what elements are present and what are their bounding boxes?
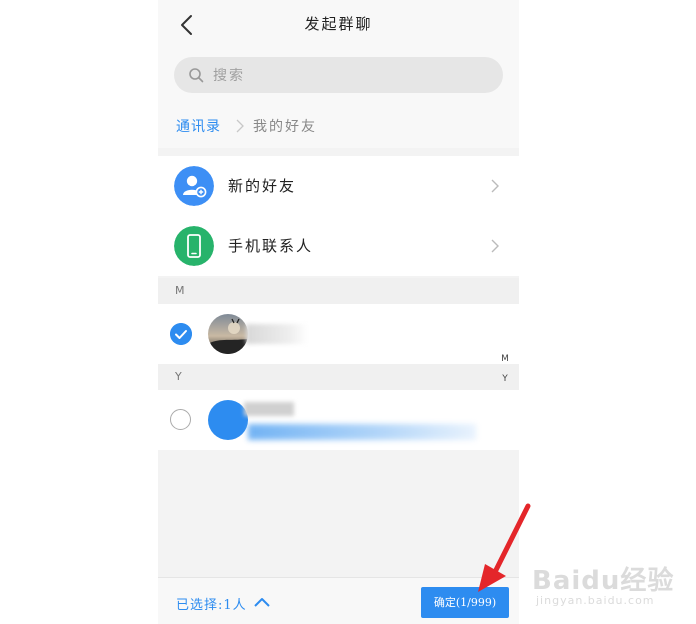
search-input[interactable]: 搜索 (174, 57, 503, 93)
breadcrumb-my-friends: 我的好友 (253, 119, 317, 135)
page-title: 发起群聊 (304, 15, 373, 33)
watermark: Baidu经验 jingyan.baidu.com (532, 548, 696, 618)
breadcrumb-contacts[interactable]: 通讯录 (176, 116, 221, 136)
red-arrow-annotation (478, 503, 531, 592)
chevron-right-icon (236, 119, 244, 133)
watermark-logo: Baidu经验 (532, 566, 675, 596)
add-user-icon (174, 166, 214, 206)
section-header-m: M (158, 278, 519, 304)
bottom-bar: 已选择:1人 确定(1/999) (158, 577, 519, 624)
chevron-right-icon (491, 239, 499, 253)
menu-item-phone-contacts[interactable]: 手机联系人 (158, 216, 519, 276)
checkbox-unchecked-icon[interactable] (170, 409, 191, 430)
section-header-y: Y (158, 364, 519, 390)
search-icon (189, 68, 204, 83)
contact-name-blurred (246, 324, 308, 344)
watermark-url: jingyan.baidu.com (536, 594, 655, 607)
search-area: 搜索 通讯录 我的好友 (158, 50, 519, 148)
chevron-right-icon (491, 179, 499, 193)
avatar-photo-icon (208, 318, 248, 354)
contact-detail-blurred (248, 424, 476, 440)
contact-row[interactable] (158, 390, 519, 450)
menu-item-new-friends[interactable]: 新的好友 (158, 156, 519, 217)
chevron-up-icon[interactable] (254, 597, 270, 607)
new-friends-label: 新的好友 (228, 177, 297, 195)
index-bar-m[interactable]: M (499, 354, 511, 364)
phone-icon (174, 226, 214, 266)
search-placeholder: 搜索 (213, 68, 245, 84)
selected-count[interactable]: 已选择:1人 (176, 594, 247, 613)
avatar (208, 314, 248, 354)
top-bar: 发起群聊 (158, 0, 519, 50)
phone-contacts-label: 手机联系人 (228, 237, 314, 255)
contact-row[interactable] (158, 304, 519, 364)
checkbox-checked-icon[interactable] (170, 323, 192, 345)
index-bar-y[interactable]: Y (499, 374, 511, 384)
avatar (208, 400, 248, 440)
contact-name-blurred (244, 402, 294, 416)
phone-screen: 发起群聊 搜索 通讯录 我的好友 新的好友 手机联系人 M Y M Y 已选择:… (158, 0, 519, 624)
